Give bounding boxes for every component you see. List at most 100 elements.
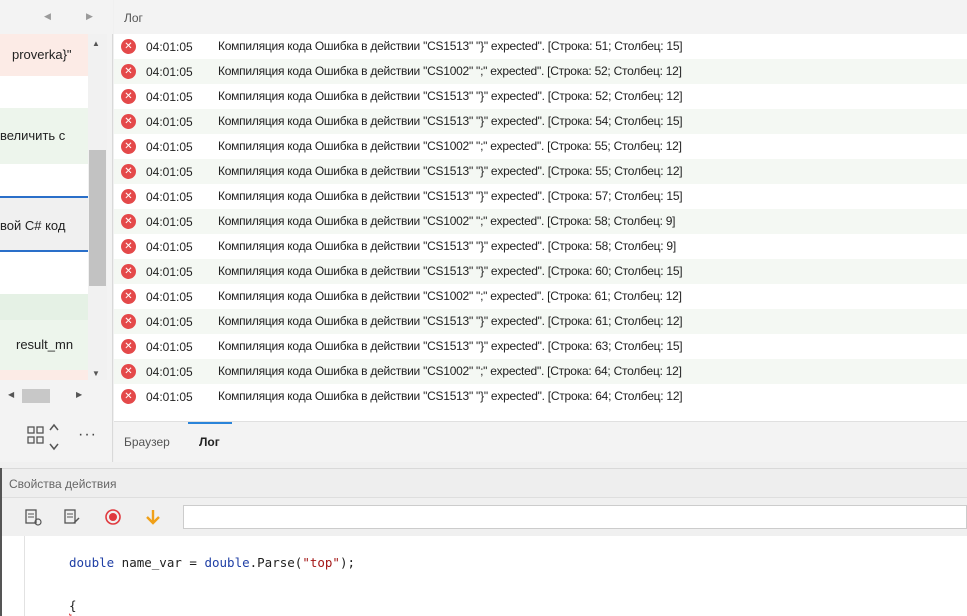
- tree-toolbar: ···: [0, 418, 113, 458]
- properties-list-icon[interactable]: [24, 508, 42, 526]
- log-row[interactable]: ✕ 04:01:05 Компиляция кода Ошибка в действ…: [114, 284, 967, 309]
- log-timestamp: 04:01:05: [146, 365, 193, 379]
- back-arrow-icon[interactable]: ◀: [44, 11, 51, 22]
- log-message: Компиляция кода Ошибка в действии "CS151…: [218, 89, 683, 103]
- log-row[interactable]: ✕ 04:01:05 Компиляция кода Ошибка в действ…: [114, 259, 967, 284]
- log-timestamp: 04:01:05: [146, 390, 193, 404]
- grid-view-icon[interactable]: [27, 426, 45, 446]
- log-row[interactable]: ✕ 04:01:05 Компиляция кода Ошибка в действ…: [114, 109, 967, 134]
- collapse-expand-icon[interactable]: [47, 422, 61, 452]
- action-list-item[interactable]: [0, 164, 88, 196]
- error-icon: ✕: [121, 39, 136, 54]
- code-token: double: [69, 555, 115, 570]
- scroll-thumb[interactable]: [89, 150, 106, 286]
- log-message: Компиляция кода Ошибка в действии "CS100…: [218, 214, 676, 228]
- error-icon: ✕: [121, 189, 136, 204]
- log-message: Компиляция кода Ошибка в действии "CS151…: [218, 39, 683, 53]
- log-message: Компиляция кода Ошибка в действии "CS151…: [218, 164, 683, 178]
- log-timestamp: 04:01:05: [146, 240, 193, 254]
- action-list-item[interactable]: [0, 294, 88, 320]
- log-message: Компиляция кода Ошибка в действии "CS100…: [218, 64, 682, 78]
- scroll-up-icon[interactable]: ▲: [92, 39, 100, 48]
- log-message: Компиляция кода Ошибка в действии "CS151…: [218, 339, 683, 353]
- error-icon: ✕: [121, 214, 136, 229]
- log-row[interactable]: ✕ 04:01:05 Компиляция кода Ошибка в действ…: [114, 59, 967, 84]
- error-icon: ✕: [121, 139, 136, 154]
- action-list: proverka}" величить с вой C# код result_mn: [0, 34, 88, 380]
- action-list-item[interactable]: [0, 76, 88, 108]
- log-row[interactable]: ✕ 04:01:05 Компиляция кода Ошибка в действ…: [114, 234, 967, 259]
- code-token: name_var =: [114, 555, 205, 570]
- history-nav: ◀ ▶: [0, 0, 113, 34]
- action-list-item[interactable]: [0, 252, 88, 294]
- log-message: Компиляция кода Ошибка в действии "CS151…: [218, 114, 683, 128]
- code-token: );: [339, 555, 356, 570]
- code-line-2: {: [69, 598, 77, 613]
- scroll-down-icon[interactable]: ▼: [92, 369, 100, 378]
- log-timestamp: 04:01:05: [146, 215, 193, 229]
- log-row[interactable]: ✕ 04:01:05 Компиляция кода Ошибка в действ…: [114, 384, 967, 409]
- log-message: Компиляция кода Ошибка в действии "CS100…: [218, 289, 682, 303]
- error-icon: ✕: [121, 314, 136, 329]
- error-icon: ✕: [121, 239, 136, 254]
- code-line-1: double name_var = double.Parse("top");: [69, 555, 355, 570]
- code-editor[interactable]: double name_var = double.Parse("top"); {: [0, 536, 967, 616]
- action-list-item[interactable]: [0, 370, 88, 380]
- log-timestamp: 04:01:05: [146, 165, 193, 179]
- log-row[interactable]: ✕ 04:01:05 Компиляция кода Ошибка в действ…: [114, 359, 967, 384]
- log-message: Компиляция кода Ошибка в действии "CS151…: [218, 264, 683, 278]
- log-timestamp: 04:01:05: [146, 315, 193, 329]
- code-toolbar: [0, 499, 967, 535]
- action-properties-header: Свойства действия: [0, 468, 967, 498]
- action-list-item[interactable]: величить с: [0, 108, 88, 164]
- log-panel: Лог ✕ 04:01:05 Компиляция кода Ошибка в де…: [114, 0, 967, 462]
- horizontal-scrollbar[interactable]: ◀ ▶: [8, 389, 88, 403]
- error-icon: ✕: [121, 89, 136, 104]
- log-row[interactable]: ✕ 04:01:05 Компиляция кода Ошибка в действ…: [114, 34, 967, 59]
- action-name-input[interactable]: [183, 505, 967, 529]
- vertical-scrollbar[interactable]: ▲ ▼: [88, 34, 107, 380]
- editor-gutter: [24, 536, 25, 616]
- error-icon: ✕: [121, 114, 136, 129]
- log-row[interactable]: ✕ 04:01:05 Компиляция кода Ошибка в действ…: [114, 184, 967, 209]
- log-row[interactable]: ✕ 04:01:05 Компиляция кода Ошибка в действ…: [114, 84, 967, 109]
- log-message: Компиляция кода Ошибка в действии "CS151…: [218, 389, 683, 403]
- code-token: .Parse(: [249, 555, 303, 570]
- log-row[interactable]: ✕ 04:01:05 Компиляция кода Ошибка в действ…: [114, 159, 967, 184]
- log-timestamp: 04:01:05: [146, 290, 193, 304]
- log-timestamp: 04:01:05: [146, 190, 193, 204]
- log-row[interactable]: ✕ 04:01:05 Компиляция кода Ошибка в действ…: [114, 334, 967, 359]
- log-timestamp: 04:01:05: [146, 340, 193, 354]
- error-icon: ✕: [121, 64, 136, 79]
- log-row[interactable]: ✕ 04:01:05 Компиляция кода Ошибка в действ…: [114, 309, 967, 334]
- record-icon[interactable]: [104, 508, 122, 526]
- hscroll-thumb[interactable]: [22, 389, 50, 403]
- action-list-item[interactable]: вой C# код: [0, 196, 88, 252]
- error-icon: ✕: [121, 264, 136, 279]
- arrow-down-icon[interactable]: [144, 508, 162, 526]
- log-timestamp: 04:01:05: [146, 90, 193, 104]
- log-list: ✕ 04:01:05 Компиляция кода Ошибка в действ…: [114, 34, 967, 406]
- scroll-right-icon[interactable]: ▶: [76, 390, 82, 399]
- log-message: Компиляция кода Ошибка в действии "CS151…: [218, 189, 683, 203]
- action-list-item[interactable]: result_mn: [0, 320, 88, 370]
- code-token: "top": [302, 555, 340, 570]
- log-row[interactable]: ✕ 04:01:05 Компиляция кода Ошибка в действ…: [114, 134, 967, 159]
- more-options-icon[interactable]: ···: [78, 426, 97, 444]
- error-icon: ✕: [121, 389, 136, 404]
- tab-browser[interactable]: Браузер: [124, 435, 170, 449]
- log-row[interactable]: ✕ 04:01:05 Компиляция кода Ошибка в действ…: [114, 209, 967, 234]
- code-token: double: [204, 555, 250, 570]
- scroll-left-icon[interactable]: ◀: [8, 390, 14, 399]
- log-timestamp: 04:01:05: [146, 65, 193, 79]
- log-tabs: Браузер Лог: [114, 421, 967, 462]
- log-timestamp: 04:01:05: [146, 140, 193, 154]
- tab-log[interactable]: Лог: [199, 435, 220, 449]
- edit-document-icon[interactable]: [63, 508, 81, 526]
- error-icon: ✕: [121, 289, 136, 304]
- window-edge: [0, 468, 2, 616]
- forward-arrow-icon[interactable]: ▶: [86, 11, 93, 22]
- log-message: Компиляция кода Ошибка в действии "CS100…: [218, 139, 682, 153]
- log-header: Лог: [114, 0, 967, 34]
- action-list-item[interactable]: proverka}": [0, 34, 88, 76]
